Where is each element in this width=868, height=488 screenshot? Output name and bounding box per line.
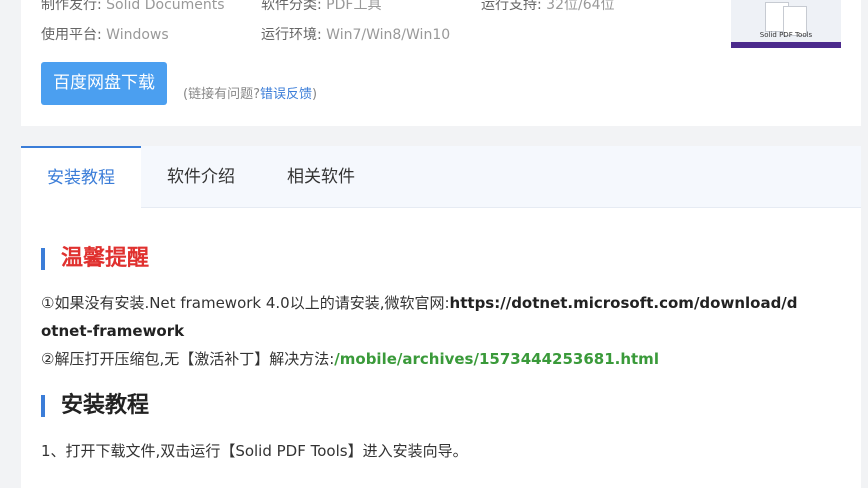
software-cover-image: Solid PDF Tools: [731, 0, 841, 48]
dotnet-link-continued[interactable]: otnet-framework: [41, 322, 184, 340]
platform-info: 使用平台: Windows: [41, 24, 169, 44]
report-prefix: (链接有问题?: [183, 87, 260, 102]
heading-marker: [41, 248, 45, 270]
category-value: PDF工具: [326, 0, 382, 13]
error-feedback-link[interactable]: 错误反馈: [260, 87, 312, 102]
tab-bar: 安装教程 软件介绍 相关软件: [21, 146, 861, 208]
category-label: 软件分类:: [261, 0, 322, 13]
support-value: 32位/64位: [546, 0, 615, 13]
software-info-card: 制作发行: Solid Documents 软件分类: PDF工具 运行支持: …: [21, 0, 861, 126]
environment-label: 运行环境:: [261, 27, 322, 43]
reminder-title: 温馨提醒: [61, 246, 150, 271]
support-label: 运行支持:: [481, 0, 542, 13]
reminder-line1-text: ①如果没有安装.Net framework 4.0以上的请安装,微软官网:: [41, 294, 450, 312]
reminder-line-2: ②解压打开压缩包,无【激活补丁】解决方法:/mobile/archives/15…: [41, 345, 659, 373]
cover-bar: [731, 42, 841, 48]
link-report: (链接有问题?错误反馈): [183, 83, 317, 102]
developer-label: 制作发行:: [41, 0, 102, 13]
environment-info: 运行环境: Win7/Win8/Win10: [261, 24, 450, 44]
dotnet-link[interactable]: https://dotnet.microsoft.com/download/d: [450, 294, 798, 312]
tab-install-tutorial[interactable]: 安装教程: [21, 146, 141, 208]
heading-marker: [41, 395, 45, 417]
reminder-heading: 温馨提醒: [41, 247, 149, 271]
developer-info: 制作发行: Solid Documents: [41, 0, 225, 14]
tutorial-step-1: 1、打开下载文件,双击运行【Solid PDF Tools】进入安装向导。: [41, 442, 468, 460]
platform-label: 使用平台:: [41, 27, 102, 43]
tab-software-intro[interactable]: 软件介绍: [146, 146, 256, 207]
tutorial-title: 安装教程: [61, 393, 150, 418]
report-suffix: ): [312, 87, 318, 102]
reminder-line-1: ①如果没有安装.Net framework 4.0以上的请安装,微软官网:htt…: [41, 289, 851, 345]
platform-value: Windows: [106, 27, 169, 43]
support-info: 运行支持: 32位/64位: [481, 0, 615, 14]
tutorial-heading: 安装教程: [41, 394, 149, 418]
reminder-line2-text: ②解压打开压缩包,无【激活补丁】解决方法:: [41, 350, 335, 368]
developer-value: Solid Documents: [106, 0, 225, 13]
tab-related-software[interactable]: 相关软件: [266, 146, 376, 207]
environment-value: Win7/Win8/Win10: [326, 27, 451, 43]
archive-link[interactable]: /mobile/archives/1573444253681.html: [334, 350, 659, 368]
baidu-download-button[interactable]: 百度网盘下载: [41, 62, 167, 105]
content-card: 安装教程 软件介绍 相关软件 温馨提醒 ①如果没有安装.Net framewor…: [21, 146, 861, 488]
cover-caption: Solid PDF Tools: [759, 31, 813, 39]
category-info: 软件分类: PDF工具: [261, 0, 381, 14]
